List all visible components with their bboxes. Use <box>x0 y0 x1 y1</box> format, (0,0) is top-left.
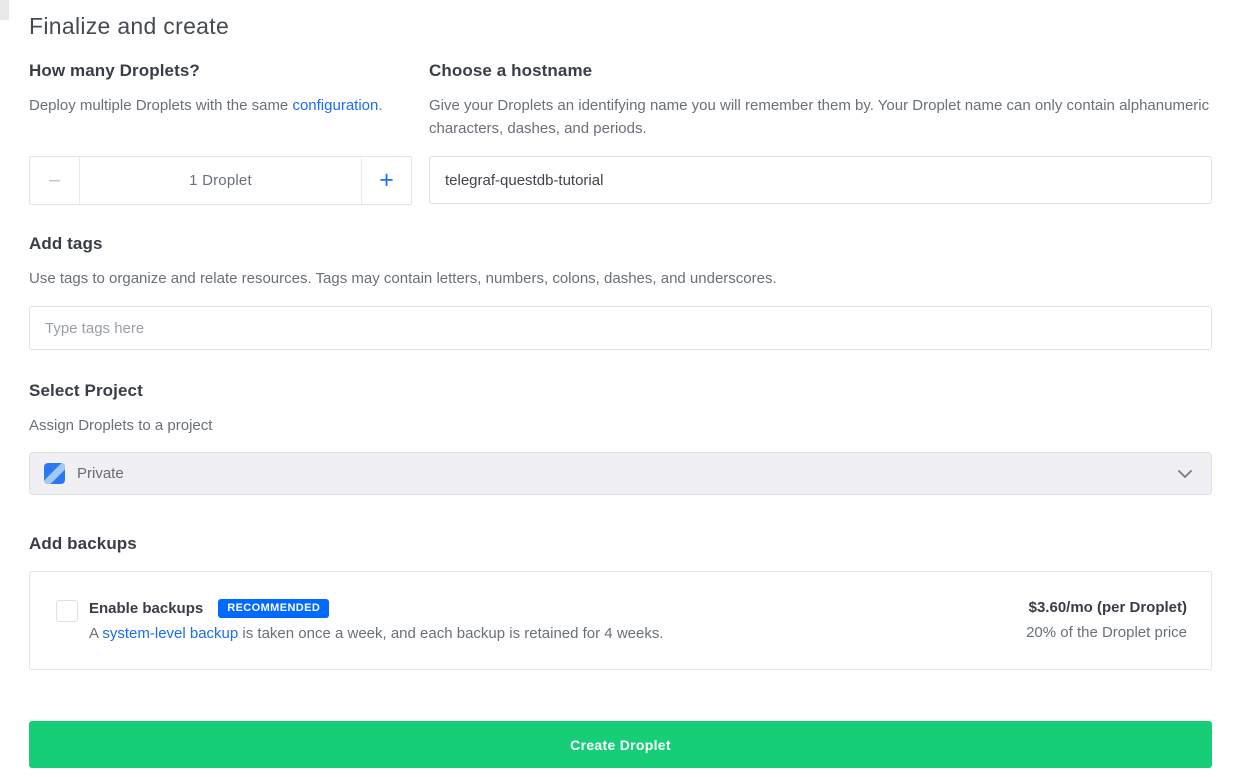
backups-section: Add backups Enable backups RECOMMENDED A… <box>29 534 1212 670</box>
configuration-link[interactable]: configuration <box>292 97 378 114</box>
increment-droplets-button[interactable]: + <box>361 157 411 204</box>
backups-price: $3.60/mo (per Droplet) <box>1026 599 1187 616</box>
project-select[interactable]: Private <box>29 452 1212 495</box>
project-selected-label: Private <box>77 465 124 482</box>
page-title: Finalize and create <box>29 13 1212 40</box>
project-icon <box>44 463 65 484</box>
count-hostname-row: How many Droplets? Deploy multiple Dropl… <box>29 61 1212 205</box>
backups-description-suffix: is taken once a week, and each backup is… <box>238 625 663 642</box>
backups-description: A system-level backup is taken once a we… <box>89 625 664 642</box>
backups-price-block: $3.60/mo (per Droplet) 20% of the Drople… <box>1026 599 1187 641</box>
tags-section: Add tags Use tags to organize and relate… <box>29 234 1212 350</box>
backups-title-row: Enable backups RECOMMENDED <box>89 599 664 618</box>
project-heading: Select Project <box>29 381 1212 401</box>
hostname-description: Give your Droplets an identifying name y… <box>429 94 1212 140</box>
droplet-count-value: 1 Droplet <box>80 157 361 204</box>
recommended-badge: RECOMMENDED <box>218 599 329 618</box>
enable-backups-checkbox[interactable] <box>56 600 78 622</box>
droplet-count-desc-slot: Deploy multiple Droplets with the same c… <box>29 94 412 156</box>
tags-heading: Add tags <box>29 234 1212 254</box>
backups-heading: Add backups <box>29 534 1212 554</box>
backups-price-note: 20% of the Droplet price <box>1026 624 1187 641</box>
droplet-count-section: How many Droplets? Deploy multiple Dropl… <box>29 61 412 205</box>
droplet-count-stepper: − 1 Droplet + <box>29 156 412 205</box>
droplet-count-description: Deploy multiple Droplets with the same c… <box>29 94 412 117</box>
hostname-desc-slot: Give your Droplets an identifying name y… <box>429 94 1212 156</box>
backups-description-prefix: A <box>89 625 102 642</box>
hostname-heading: Choose a hostname <box>429 61 1212 81</box>
enable-backups-label: Enable backups <box>89 600 203 617</box>
tags-input[interactable] <box>29 306 1212 350</box>
scrollbar-artifact <box>0 0 9 20</box>
finalize-and-create-page: Finalize and create How many Droplets? D… <box>0 0 1237 768</box>
tags-description: Use tags to organize and relate resource… <box>29 267 1212 290</box>
backups-card: Enable backups RECOMMENDED A system-leve… <box>29 571 1212 670</box>
droplet-count-description-text: Deploy multiple Droplets with the same <box>29 97 292 114</box>
decrement-droplets-button[interactable]: − <box>30 157 80 204</box>
project-section: Select Project Assign Droplets to a proj… <box>29 381 1212 495</box>
hostname-input[interactable] <box>429 156 1212 204</box>
create-droplet-button[interactable]: Create Droplet <box>29 721 1212 768</box>
chevron-down-icon <box>1177 469 1193 479</box>
project-description: Assign Droplets to a project <box>29 414 1212 437</box>
droplet-count-heading: How many Droplets? <box>29 61 412 81</box>
hostname-section: Choose a hostname Give your Droplets an … <box>429 61 1212 205</box>
system-level-backup-link[interactable]: system-level backup <box>102 625 238 642</box>
backups-main: Enable backups RECOMMENDED A system-leve… <box>89 599 664 642</box>
droplet-count-description-period: . <box>378 97 382 114</box>
